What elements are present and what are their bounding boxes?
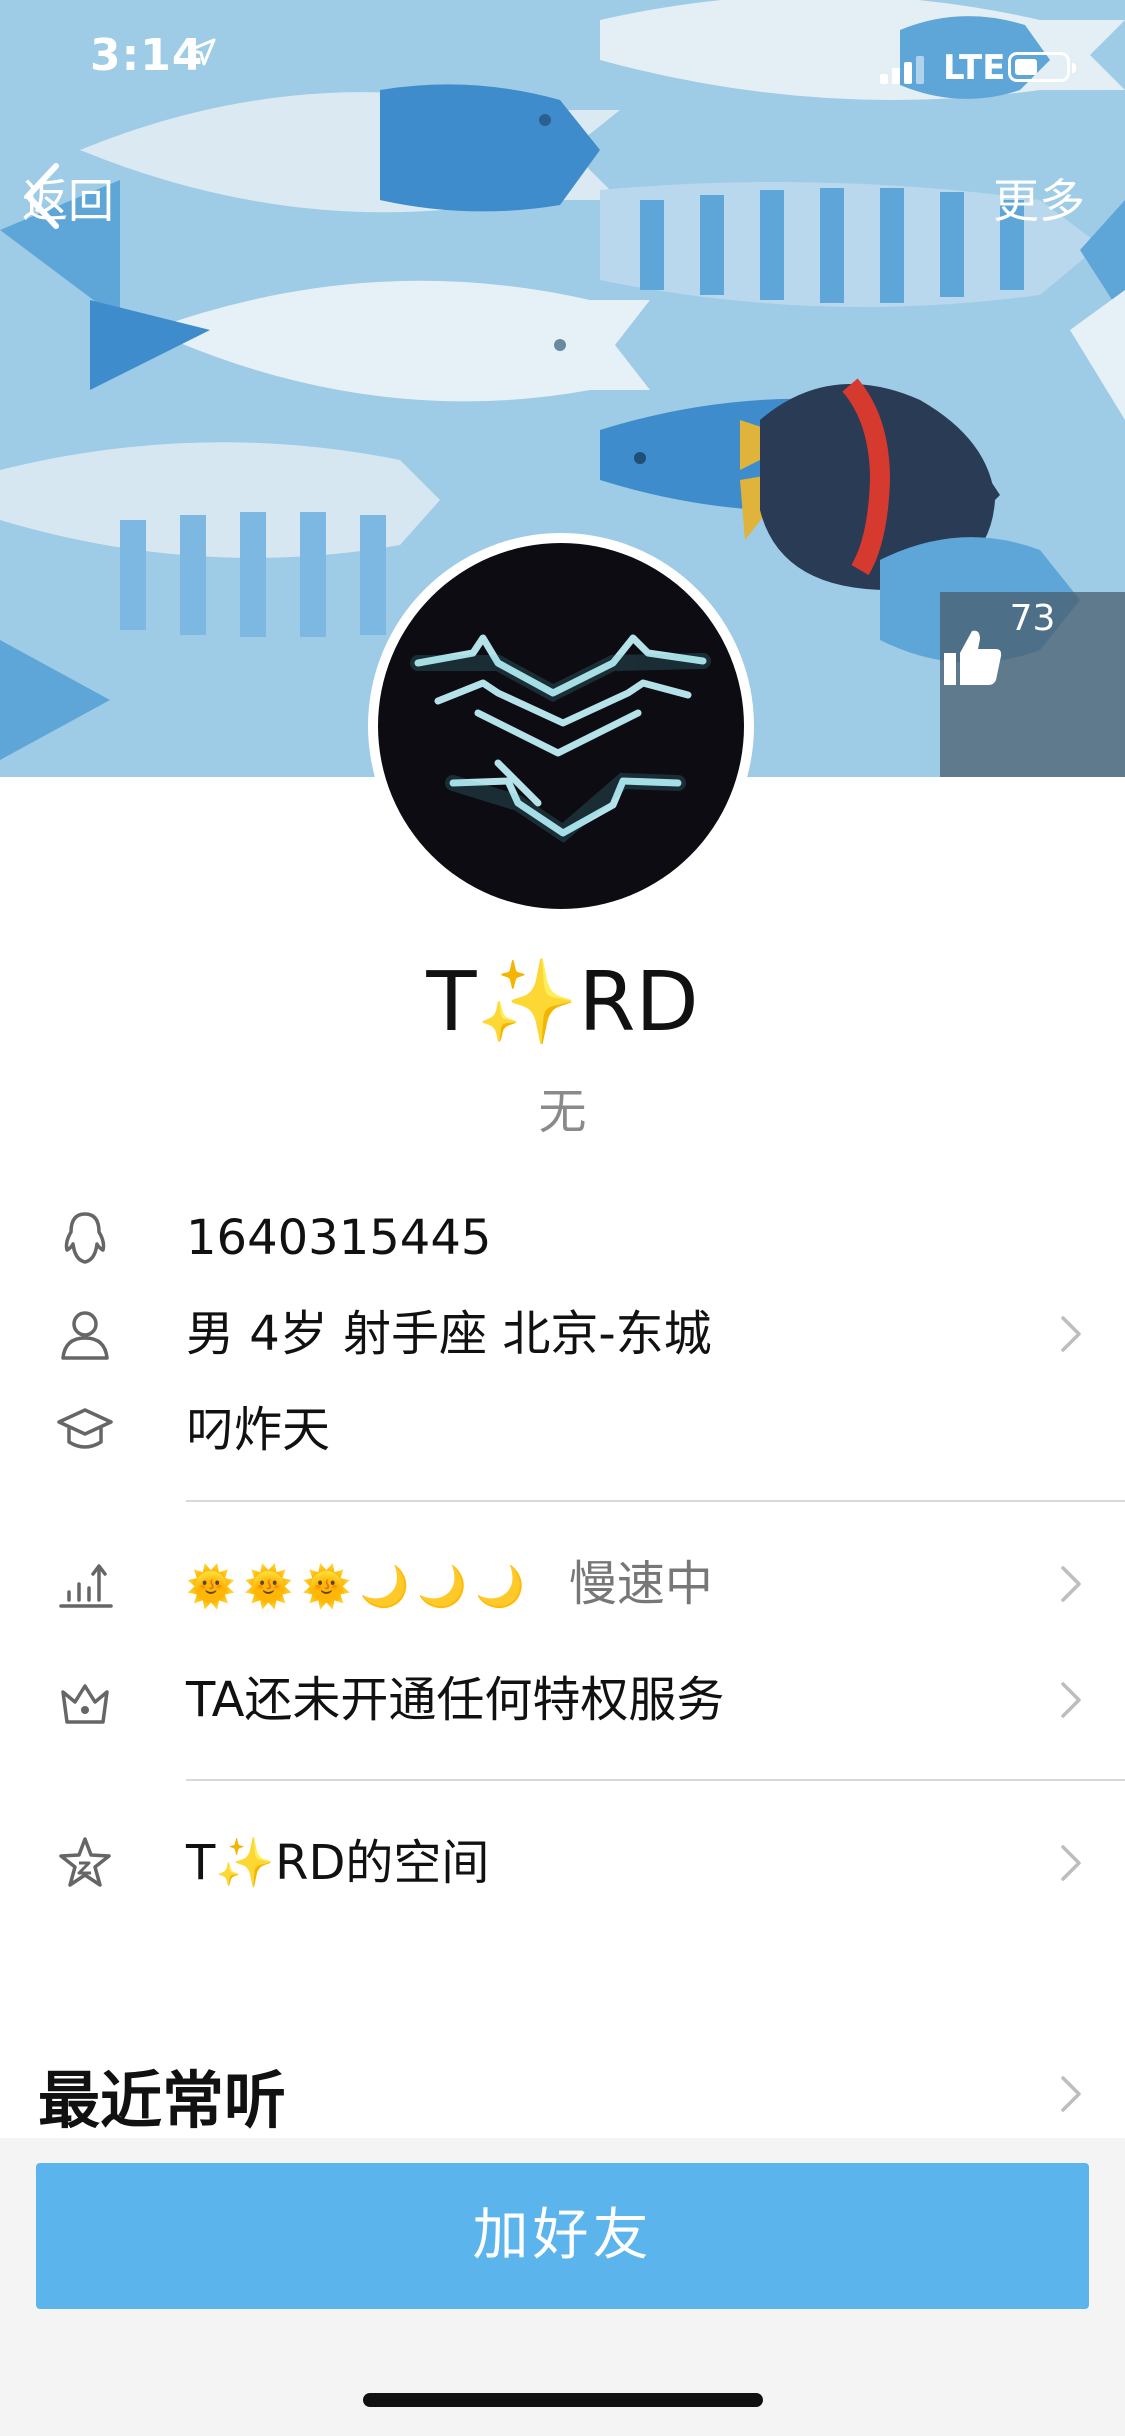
level-chart-icon	[59, 1564, 113, 1608]
network-type: LTE	[943, 48, 1006, 88]
sun-badge-icon: 🌞	[186, 1564, 236, 1610]
sun-badge-icon: 🌞	[243, 1564, 294, 1610]
space-row[interactable]: T✨RD的空间	[0, 1815, 1125, 1911]
chevron-left-icon	[25, 163, 59, 229]
more-button[interactable]: 更多	[993, 162, 1085, 234]
school-row: 叼炸天	[0, 1382, 1125, 1478]
basic-info-row[interactable]: 男 4岁 射手座 北京-东城	[0, 1286, 1125, 1382]
level-status: 慢速中	[568, 1556, 713, 1612]
status-bar: 3:14 LTE	[0, 0, 1125, 120]
divider	[186, 1500, 1125, 1502]
graduation-cap-icon	[57, 1408, 113, 1449]
person-outline-icon	[61, 1311, 109, 1360]
add-friend-button[interactable]: 加好友	[36, 2163, 1089, 2309]
moon-badge-icon: 🌙	[417, 1564, 468, 1610]
divider	[186, 1779, 1125, 1781]
home-indicator[interactable]	[363, 2393, 763, 2407]
level-badges: 🌞 🌞 🌞 🌙 🌙 🌙	[186, 1567, 533, 1607]
chevron-right-icon	[1061, 1316, 1081, 1352]
sun-badge-icon: 🌞	[301, 1564, 352, 1610]
chevron-right-icon[interactable]	[1059, 2074, 1083, 2114]
qq-number-row: 1640315445	[0, 1190, 1125, 1286]
level-row[interactable]: 🌞 🌞 🌞 🌙 🌙 🌙 慢速中	[0, 1536, 1125, 1632]
chevron-right-icon	[1061, 1682, 1081, 1718]
penguin-outline-icon	[64, 1212, 106, 1264]
qq-number: 1640315445	[186, 1210, 492, 1266]
privilege-row[interactable]: TA还未开通任何特权服务	[0, 1652, 1125, 1748]
signature: 无	[538, 1084, 587, 1140]
thumbs-up-icon	[944, 630, 1002, 685]
battery-icon	[1008, 52, 1076, 82]
crown-icon	[61, 1684, 109, 1724]
moon-badge-icon: 🌙	[475, 1564, 525, 1610]
back-button[interactable]: 返回	[22, 162, 114, 234]
like-button[interactable]: 73	[940, 592, 1125, 777]
school: 叼炸天	[186, 1402, 331, 1458]
space-link: T✨RD的空间	[186, 1835, 490, 1891]
privilege-text: TA还未开通任何特权服务	[186, 1672, 725, 1728]
section-title-recent-listening[interactable]: 最近常听	[38, 2050, 286, 2140]
nickname: T✨RD	[426, 955, 699, 1050]
moon-badge-icon: 🌙	[359, 1564, 410, 1610]
star-icon	[59, 1837, 111, 1887]
avatar[interactable]	[368, 533, 754, 919]
status-time: 3:14	[90, 30, 204, 81]
avatar-emblem-image	[410, 634, 711, 844]
basic-info: 男 4岁 射手座 北京-东城	[186, 1306, 712, 1362]
chevron-right-icon	[1061, 1566, 1081, 1602]
chevron-right-icon	[1061, 1845, 1081, 1881]
